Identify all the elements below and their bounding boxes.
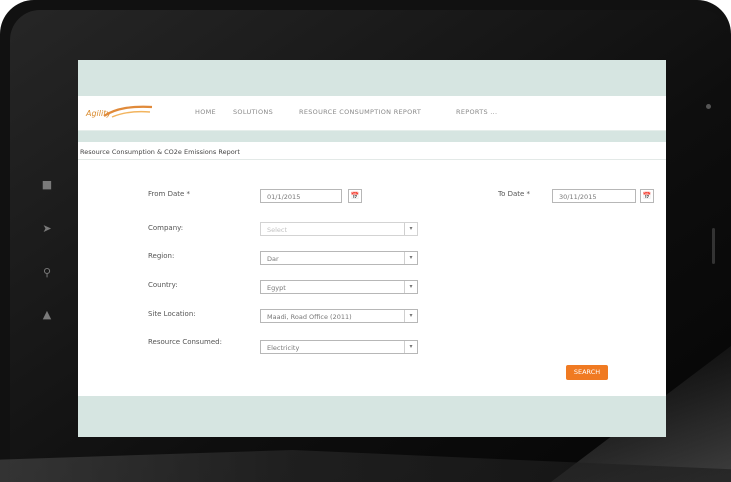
nav-resource-consumption-report[interactable]: RESOURCE CONSUMPTION REPORT xyxy=(299,108,421,116)
from-date-label: From Date * xyxy=(148,190,191,198)
nav-reports-menu[interactable]: REPORTS ... xyxy=(456,108,497,116)
to-date-calendar-icon[interactable]: 📅 xyxy=(640,189,654,203)
video-icon: ■ xyxy=(41,178,53,191)
from-date-calendar-icon[interactable]: 📅 xyxy=(348,189,362,203)
search-button[interactable]: SEARCH xyxy=(566,365,608,380)
app-screen: Agility HOME SOLUTIONS RESOURCE CONSUMPT… xyxy=(78,60,666,437)
country-select-value: Egypt xyxy=(267,284,286,292)
navbar: Agility HOME SOLUTIONS RESOURCE CONSUMPT… xyxy=(78,96,666,131)
to-date-input[interactable]: 30/11/2015 xyxy=(552,189,636,203)
from-date-input[interactable]: 01/1/2015 xyxy=(260,189,342,203)
resource-consumed-select-value: Electricity xyxy=(267,344,300,352)
camera-icon xyxy=(706,104,711,109)
company-select-value: Select xyxy=(267,226,288,234)
nav-solutions[interactable]: SOLUTIONS xyxy=(233,108,273,116)
eject-icon: ▲ xyxy=(42,308,52,321)
chevron-down-icon: ▾ xyxy=(404,310,417,322)
resource-consumed-select[interactable]: Electricity ▾ xyxy=(260,340,418,354)
country-label: Country: xyxy=(148,281,178,289)
divider-band xyxy=(78,131,666,142)
search-icon: ⚲ xyxy=(42,266,52,279)
chevron-down-icon: ▾ xyxy=(404,252,417,264)
company-select[interactable]: Select ▾ xyxy=(260,222,418,236)
top-band xyxy=(78,60,666,96)
resource-consumed-label: Resource Consumed: xyxy=(148,338,222,346)
country-select[interactable]: Egypt ▾ xyxy=(260,280,418,294)
logo-swoosh-icon xyxy=(103,105,153,118)
title-divider xyxy=(78,159,666,160)
nav-home[interactable]: HOME xyxy=(195,108,216,116)
to-date-label: To Date * xyxy=(498,190,531,198)
site-location-select-value: Maadi, Road Office (2011) xyxy=(267,313,352,321)
tablet-frame: ■ ➤ ⚲ ▲ Agility HOME SOLUTIONS RESOURCE … xyxy=(0,0,731,482)
region-select-value: Dar xyxy=(267,255,279,263)
region-select[interactable]: Dar ▾ xyxy=(260,251,418,265)
hardware-button xyxy=(712,228,715,264)
footer-band xyxy=(78,396,666,437)
company-label: Company: xyxy=(148,224,184,232)
site-location-label: Site Location: xyxy=(148,310,196,318)
site-location-select[interactable]: Maadi, Road Office (2011) ▾ xyxy=(260,309,418,323)
brand-logo[interactable]: Agility xyxy=(86,104,156,122)
share-icon: ➤ xyxy=(42,222,52,235)
region-label: Region: xyxy=(148,252,175,260)
chevron-down-icon: ▾ xyxy=(404,223,417,235)
chevron-down-icon: ▾ xyxy=(404,281,417,293)
chevron-down-icon: ▾ xyxy=(404,341,417,353)
page-title: Resource Consumption & CO2e Emissions Re… xyxy=(80,148,240,156)
